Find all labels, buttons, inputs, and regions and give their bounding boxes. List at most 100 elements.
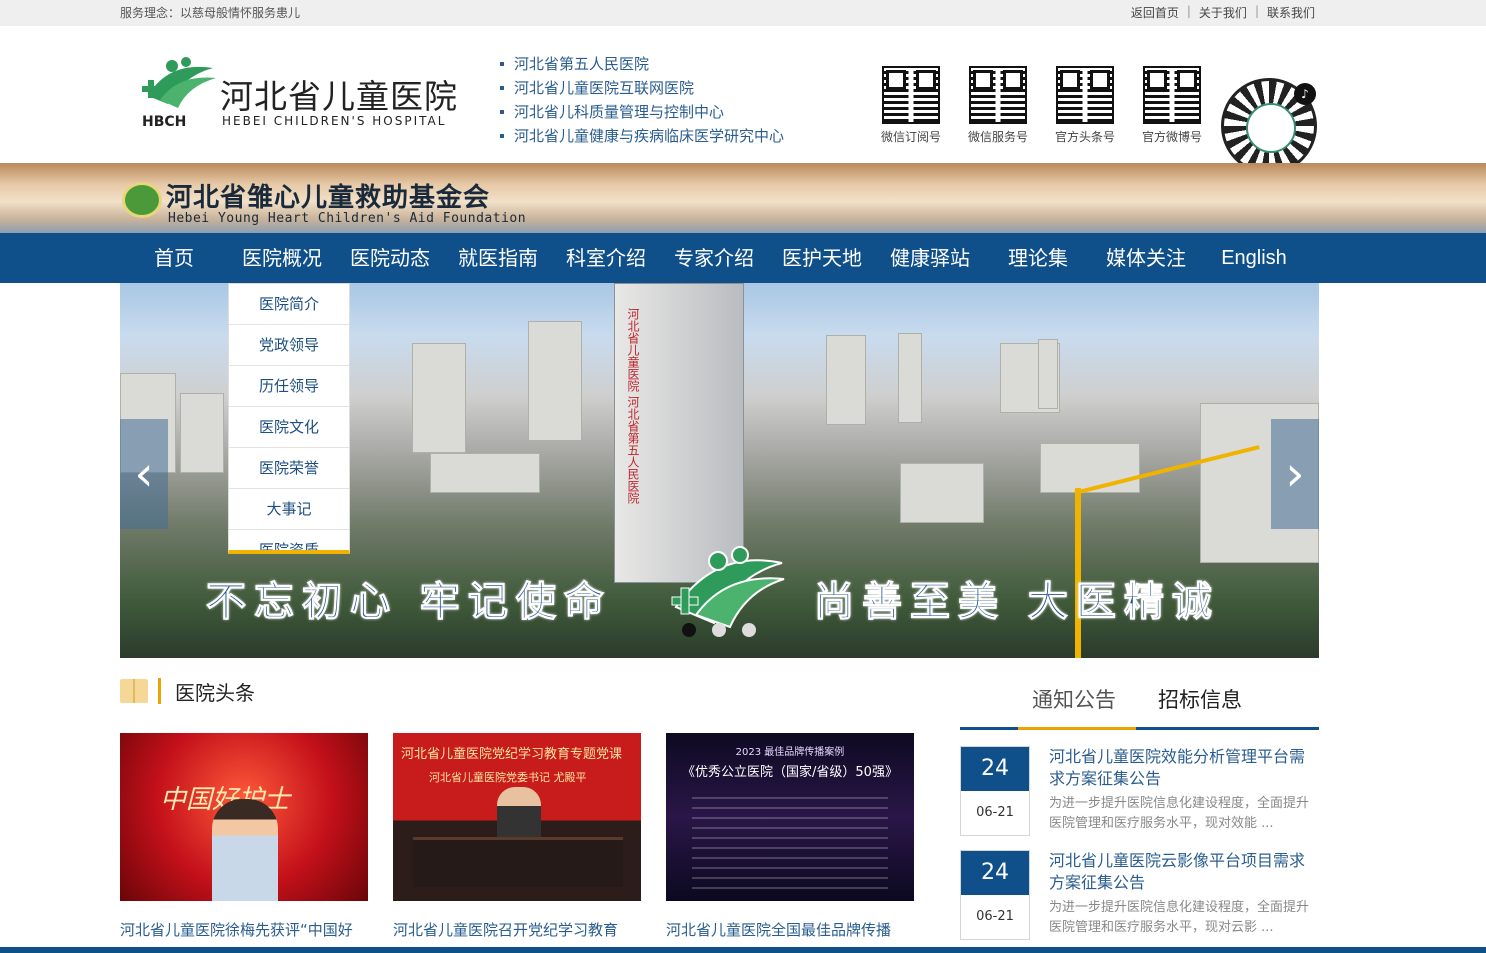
nav-item-medical-staff[interactable]: 医护天地 [768,233,876,283]
dropdown-item-leaders[interactable]: 党政领导 [229,325,349,366]
news-caption[interactable]: 河北省儿童医院全国最佳品牌传播 [666,919,914,940]
slogan-left: 不忘初心 牢记使命 [206,579,612,626]
qr-caption: 官方头条号 [1054,130,1115,144]
dropdown-item-intro[interactable]: 医院简介 [229,284,349,325]
dropdown-item-qualification[interactable]: 医院资质 [229,530,349,550]
site-header: 河北省儿童医院 HBCH HEBEI CHILDREN'S HOSPITAL 河… [0,26,1486,174]
qr-code-icon [882,66,940,124]
affiliated-item: 河北省儿童医院互联网医院 [500,76,784,100]
news-image[interactable]: 中国好护士 [120,733,368,901]
headlines-title: 医院头条 [175,680,255,705]
news-image[interactable]: 2023 最佳品牌传播案例 《优秀公立医院（国家/省级）50强》 [666,733,914,901]
ranking-grid [692,793,888,889]
foundation-name-en: Hebei Young Heart Children's Aid Foundat… [168,211,527,226]
person-figure [212,799,278,901]
qr-caption: 微信服务号 [967,130,1028,144]
qr-toutiao[interactable]: 官方头条号 [1052,66,1118,145]
news-card[interactable]: 河北省儿童医院党纪学习教育专题党课 河北省儿童医院党委书记 尤殿平 河北省儿童医… [393,733,641,940]
building [412,343,466,453]
hospital-logo[interactable]: 河北省儿童医院 HBCH HEBEI CHILDREN'S HOSPITAL [138,56,478,136]
news-image-text: 河北省儿童医院党纪学习教育专题党课 [401,747,623,762]
news-card[interactable]: 中国好护士 河北省儿童医院徐梅先获评“中国好 [120,733,368,940]
notice-desc: 为进一步提升医院信息化建设程度，全面提升医院管理和医疗服务水平，现对效能 ... [1049,796,1310,831]
top-links: 返回首页 | 关于我们 | 联系我们 [1131,4,1315,21]
qr-caption: 微信订阅号 [880,130,941,144]
slider-dot[interactable] [682,623,696,637]
nav-item-english[interactable]: English [1200,233,1308,283]
notice-month-day: 06-21 [976,805,1014,820]
news-image-text: 《优秀公立医院（国家/省级）50强》 [682,765,898,780]
about-link[interactable]: 关于我们 [1199,4,1247,21]
affiliated-item: 河北省儿科质量管理与控制中心 [500,100,784,124]
nav-item-home[interactable]: 首页 [120,233,228,283]
dropdown-item-honors[interactable]: 医院荣誉 [229,448,349,489]
desk [413,837,623,887]
hospital-emblem-icon [671,546,785,629]
building [900,463,984,523]
top-utility-bar: 服务理念：以慈母般情怀服务患儿 返回首页 | 关于我们 | 联系我们 [0,0,1486,26]
news-image[interactable]: 河北省儿童医院党纪学习教育专题党课 河北省儿童医院党委书记 尤殿平 [393,733,641,901]
news-caption[interactable]: 河北省儿童医院召开党纪学习教育 [393,919,641,940]
dropdown-item-former-leaders[interactable]: 历任领导 [229,366,349,407]
hospital-tower: 河北省儿童医院 河北省第五人民医院 [614,283,744,583]
building [528,321,582,441]
qr-wechat-subscription[interactable]: 微信订阅号 [878,66,944,145]
news-caption[interactable]: 河北省儿童医院徐梅先获评“中国好 [120,919,368,940]
notice-date: 24 06-21 [960,746,1030,836]
dropdown-item-events[interactable]: 大事记 [229,489,349,530]
affiliated-item: 河北省儿童健康与疾病临床医学研究中心 [500,124,784,148]
dropdown-item-culture[interactable]: 医院文化 [229,407,349,448]
notice-item[interactable]: 24 06-21 河北省儿童医院云影像平台项目需求方案征集公告 为进一步提升医院… [960,850,1319,940]
foundation-banner[interactable]: 河北省雏心儿童救助基金会 Hebei Young Heart Children'… [0,163,1486,233]
contact-link[interactable]: 联系我们 [1267,4,1315,21]
slider-dot[interactable] [712,623,726,637]
qr-code-icon [969,66,1027,124]
hospital-name-cn: 河北省儿童医院 [220,77,458,116]
slider-prev-button[interactable]: ‹ [120,419,168,529]
title-bar [158,678,161,704]
notice-title[interactable]: 河北省儿童医院云影像平台项目需求方案征集公告 [1049,850,1319,894]
foundation-name-cn: 河北省雏心儿童救助基金会 [166,183,491,213]
active-tab-indicator [1018,727,1136,730]
nav-item-guide[interactable]: 就医指南 [444,233,552,283]
qr-code-icon [1056,66,1114,124]
nav-item-news[interactable]: 医院动态 [336,233,444,283]
news-image-text: 2023 最佳品牌传播案例 [735,747,845,758]
news-card[interactable]: 2023 最佳品牌传播案例 《优秀公立医院（国家/省级）50强》 河北省儿童医院… [666,733,914,940]
slogan-right: 尚善至美 大医精诚 [814,579,1220,626]
building [430,453,540,493]
slider-dot[interactable] [742,623,756,637]
home-link[interactable]: 返回首页 [1131,4,1179,21]
notice-title[interactable]: 河北省儿童医院效能分析管理平台需求方案征集公告 [1049,746,1319,790]
tab-notices[interactable]: 通知公告 [1032,684,1116,714]
nav-item-experts[interactable]: 专家介绍 [660,233,768,283]
notice-day: 24 [961,851,1029,895]
qr-wechat-service[interactable]: 微信服务号 [965,66,1031,145]
notice-item[interactable]: 24 06-21 河北省儿童医院效能分析管理平台需求方案征集公告 为进一步提升医… [960,746,1319,836]
nav-item-overview[interactable]: 医院概况 [228,233,336,283]
headlines-header: 医院头条 [120,676,255,706]
slider-next-button[interactable]: › [1271,419,1319,529]
nav-item-theory[interactable]: 理论集 [984,233,1092,283]
qr-code-group: 微信订阅号 微信服务号 官方头条号 官方微博号 [878,66,1205,145]
building [1038,339,1058,409]
main-nav: 首页 医院概况 医院动态 就医指南 科室介绍 专家介绍 医护天地 健康驿站 理论… [0,233,1486,283]
building [1040,443,1140,493]
nav-item-health[interactable]: 健康驿站 [876,233,984,283]
douyin-qr-code[interactable]: ♪ [1221,78,1317,174]
hospital-logo-icon [142,57,216,108]
building [826,335,866,425]
building [898,333,922,423]
book-icon [120,679,148,703]
overview-dropdown-menu: 医院简介 党政领导 历任领导 医院文化 医院荣誉 大事记 医院资质 [228,283,350,554]
notice-month-day: 06-21 [976,909,1014,924]
nav-item-departments[interactable]: 科室介绍 [552,233,660,283]
tab-bidding[interactable]: 招标信息 [1158,684,1242,714]
foundation-logo-icon [122,182,162,218]
affiliated-item: 河北省第五人民医院 [500,52,784,76]
qr-weibo[interactable]: 官方微博号 [1139,66,1205,145]
service-slogan: 服务理念：以慈母般情怀服务患儿 [120,6,301,20]
building [180,393,224,473]
notice-desc: 为进一步提升医院信息化建设程度，全面提升医院管理和医疗服务水平，现对云影 ... [1049,900,1310,935]
nav-item-media[interactable]: 媒体关注 [1092,233,1200,283]
